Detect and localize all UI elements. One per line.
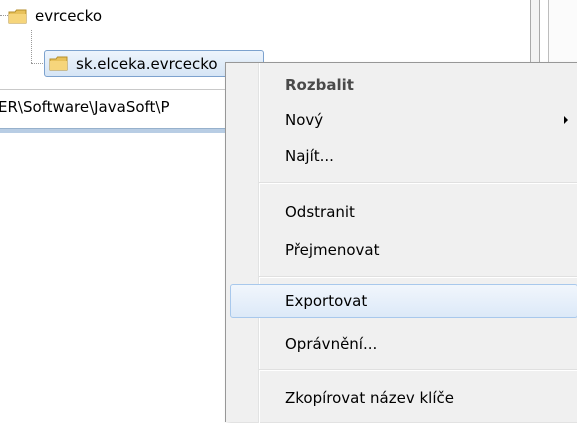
menu-item-new[interactable]: Nový (230, 103, 577, 137)
menu-item-label: Oprávnění... (285, 335, 378, 353)
menu-item-copy-key-name[interactable]: Zkopírovat název klíče (230, 381, 577, 415)
menu-item-delete[interactable]: Odstranit (230, 195, 577, 229)
menu-separator (259, 369, 577, 371)
menu-item-export[interactable]: Exportovat (230, 284, 577, 318)
tree-node-label: sk.elceka.evrcecko (76, 54, 218, 73)
menu-item-label: Rozbalit (285, 76, 354, 94)
tree-node-label: evrcecko (35, 7, 102, 25)
menu-item-label: Exportovat (285, 292, 368, 310)
menu-item-label: Nový (285, 111, 324, 129)
folder-icon (8, 9, 27, 23)
menu-item-label: Zkopírovat název klíče (285, 389, 454, 407)
tree-node-evrcecko[interactable]: evrcecko (8, 3, 102, 29)
status-path: ER\Software\JavaSoft\P (0, 98, 170, 116)
tree-connector-line (31, 30, 32, 63)
menu-item-rename[interactable]: Přejmenovat (230, 233, 577, 267)
tree-connector-line (31, 63, 45, 64)
menu-separator (259, 182, 577, 184)
status-bar-divider (0, 128, 226, 133)
values-pane-edge (548, 0, 577, 70)
menu-item-find[interactable]: Najít... (230, 139, 577, 173)
tree-connector-line (0, 15, 8, 16)
menu-item-label: Odstranit (285, 203, 355, 221)
context-menu: Rozbalit Nový Najít... Odstranit Přejmen… (225, 62, 577, 423)
submenu-arrow-icon (564, 116, 568, 124)
menu-separator (259, 276, 577, 278)
menu-item-expand[interactable]: Rozbalit (230, 68, 577, 102)
folder-icon (49, 56, 68, 71)
menu-item-label: Přejmenovat (285, 241, 380, 259)
menu-item-permissions[interactable]: Oprávnění... (230, 327, 577, 361)
pane-splitter[interactable] (530, 0, 540, 70)
menu-item-label: Najít... (285, 147, 334, 165)
